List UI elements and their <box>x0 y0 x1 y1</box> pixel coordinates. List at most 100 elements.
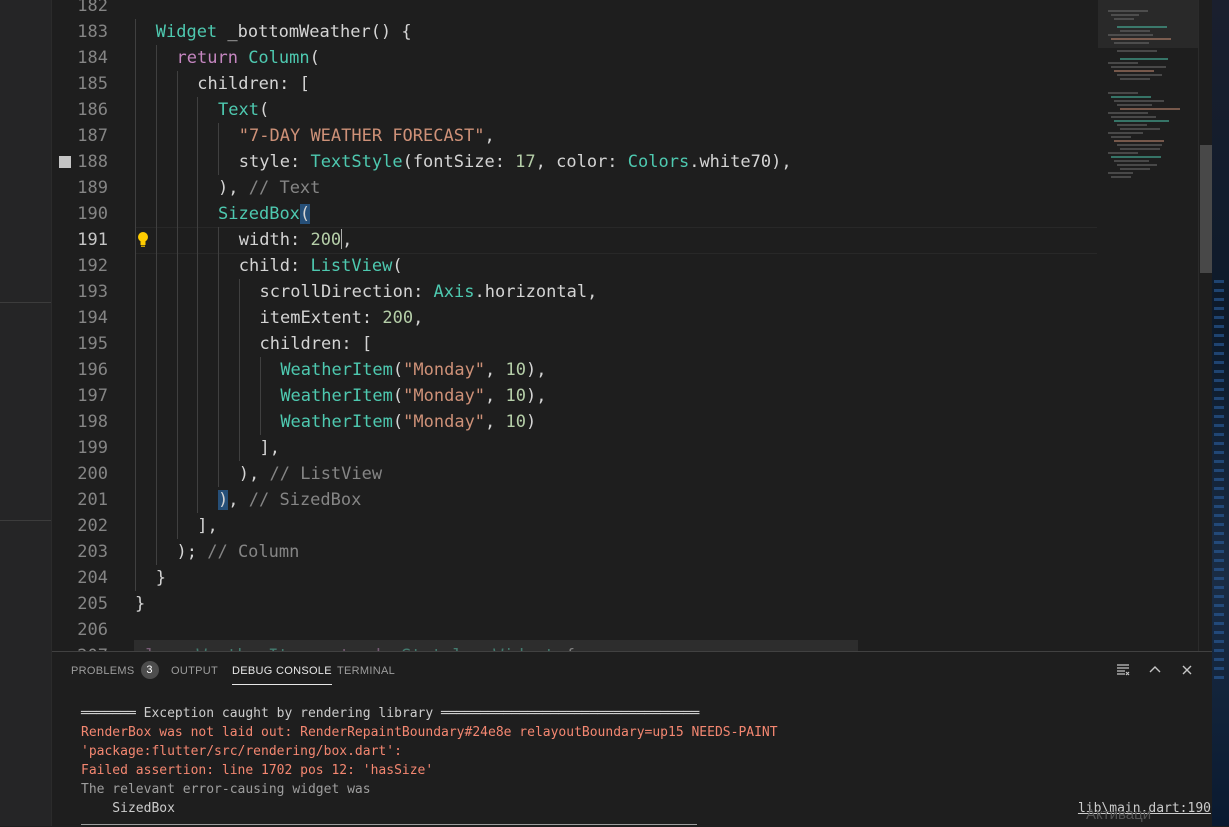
indent-guide <box>176 201 178 227</box>
indent-guide <box>197 461 199 487</box>
code-line[interactable]: 202], <box>52 513 1098 539</box>
console-text: RenderBox was not laid out: RenderRepain… <box>81 725 778 740</box>
minimap-line <box>1108 62 1138 64</box>
indent-guide <box>218 331 220 357</box>
code-line[interactable]: 199], <box>52 435 1098 461</box>
indent-guide <box>176 253 178 279</box>
minimap-line <box>1117 50 1157 52</box>
tab-label: PROBLEMS <box>71 665 135 677</box>
code-line[interactable]: 186 Text( <box>52 97 1098 123</box>
code-text: Widget _bottomWeather() { <box>155 22 412 42</box>
indent-guide <box>197 383 199 409</box>
minimap-line <box>1108 172 1133 174</box>
code-line[interactable]: 198 WeatherItem("Monday", 10) <box>52 409 1098 435</box>
code-line[interactable]: 200), // ListView <box>52 461 1098 487</box>
code-line[interactable]: 189), // Text <box>52 175 1098 201</box>
indent-guide <box>197 149 199 175</box>
code-line[interactable]: 183 Widget _bottomWeather() { <box>52 19 1098 45</box>
minimap-line <box>1117 144 1162 146</box>
code-line[interactable]: 190 SizedBox( <box>52 201 1098 227</box>
code-line[interactable]: 195 children: [ <box>52 331 1098 357</box>
code-editor[interactable]: 182 183 Widget _bottomWeather() { 184 return… <box>52 0 1098 651</box>
list-filter-icon[interactable] <box>1114 662 1132 680</box>
indent-guide <box>155 253 157 279</box>
code-line[interactable]: 194 itemExtent: 200, <box>52 305 1098 331</box>
indent-guide <box>135 383 136 409</box>
code-text: ), // Text <box>218 178 321 198</box>
line-number: 198 <box>77 412 108 432</box>
indent-guide <box>135 513 136 539</box>
code-line[interactable]: 197 WeatherItem("Monday", 10), <box>52 383 1098 409</box>
indent-guide <box>176 149 178 175</box>
minimap[interactable] <box>1098 0 1198 651</box>
minimap-line <box>1117 164 1157 166</box>
desktop-background <box>1212 0 1229 826</box>
minimap-line <box>1120 128 1160 130</box>
code-line[interactable]: 204} <box>52 565 1098 591</box>
code-text: SizedBox( <box>218 204 311 224</box>
console-text: SizedBox <box>81 801 175 816</box>
indent-guide <box>135 149 136 175</box>
code-line[interactable]: 193 scrollDirection: Axis.horizontal, <box>52 279 1098 305</box>
indent-guide <box>155 409 157 435</box>
code-text: itemExtent: 200, <box>259 308 424 328</box>
code-line[interactable]: 187 "7-DAY WEATHER FORECAST", <box>52 123 1098 149</box>
minimap-line <box>1111 66 1166 68</box>
code-line[interactable]: 203); // Column <box>52 539 1098 565</box>
console-text: 'package:flutter/src/rendering/box.dart'… <box>81 744 402 759</box>
minimap-line <box>1108 10 1148 12</box>
indent-guide <box>155 461 157 487</box>
minimap-line <box>1114 160 1149 162</box>
indent-guide <box>135 435 136 461</box>
code-text: scrollDirection: Axis.horizontal, <box>259 282 598 302</box>
tab-output[interactable]: OUTPUT <box>171 652 218 690</box>
sticky-scroll-shadow <box>134 640 858 651</box>
line-number: 194 <box>77 308 108 328</box>
indent-guide <box>176 383 178 409</box>
indent-guide <box>155 435 157 461</box>
line-number: 186 <box>77 100 108 120</box>
indent-guide <box>155 513 157 539</box>
editor-scrollbar-thumb[interactable] <box>1200 145 1212 273</box>
minimap-line <box>1108 152 1138 154</box>
indent-guide <box>135 253 136 279</box>
code-line[interactable]: 196 WeatherItem("Monday", 10), <box>52 357 1098 383</box>
close-icon[interactable] <box>1178 662 1196 680</box>
editor-scrollbar[interactable] <box>1198 0 1213 651</box>
line-number: 201 <box>77 490 108 510</box>
minimap-slider[interactable] <box>1098 0 1198 48</box>
minimap-line <box>1111 156 1161 158</box>
tab-terminal[interactable]: TERMINAL <box>337 652 395 690</box>
minimap-line <box>1117 26 1167 28</box>
code-line[interactable]: 205} <box>52 591 1098 617</box>
tab-problems[interactable]: PROBLEMS 3 <box>71 652 159 690</box>
code-line[interactable]: 201 ), // SizedBox <box>52 487 1098 513</box>
lightbulb-icon[interactable] <box>136 231 150 249</box>
code-line[interactable]: 185 children: [ <box>52 71 1098 97</box>
code-text: return Column( <box>176 48 320 68</box>
code-text: child: ListView( <box>238 256 403 276</box>
indent-guide <box>176 175 178 201</box>
indent-guide <box>218 149 220 175</box>
code-line[interactable]: 188 style: TextStyle(fontSize: 17, color:… <box>52 149 1098 175</box>
minimap-line <box>1111 96 1151 98</box>
indent-guide <box>155 279 157 305</box>
chevron-up-icon[interactable] <box>1146 662 1164 680</box>
line-number: 183 <box>77 22 108 42</box>
indent-guide <box>135 175 136 201</box>
sidebar-divider <box>0 302 51 303</box>
minimap-line <box>1120 108 1180 110</box>
indent-guide <box>155 201 157 227</box>
debug-console-output[interactable]: ═══════ Exception caught by rendering li… <box>81 704 1211 818</box>
panel-tabs: PROBLEMS 3 OUTPUT DEBUG CONSOLE TERMINAL <box>52 652 1212 690</box>
code-line[interactable]: 192 child: ListView( <box>52 253 1098 279</box>
indent-guide <box>176 461 178 487</box>
indent-guide <box>197 487 199 513</box>
code-line[interactable]: 184 return Column( <box>52 45 1098 71</box>
code-line[interactable]: 191 width: 200, <box>52 227 1098 254</box>
indent-guide <box>197 435 199 461</box>
tab-debug-console[interactable]: DEBUG CONSOLE <box>232 652 332 690</box>
indent-guide <box>176 331 178 357</box>
code-line[interactable]: 182 <box>52 0 1098 19</box>
code-text: ), // SizedBox <box>218 490 362 510</box>
